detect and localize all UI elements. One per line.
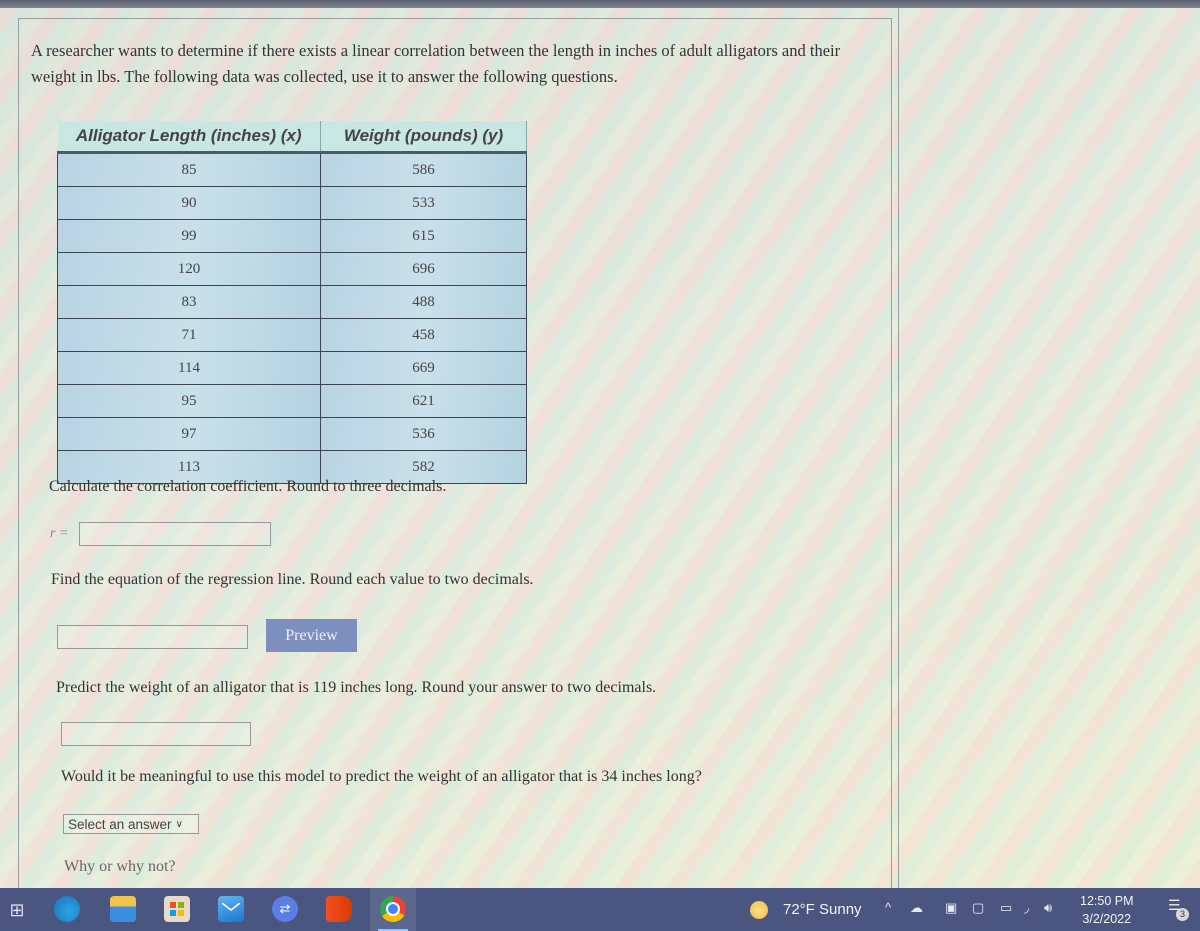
header-length: Alligator Length (inches) (x) [57,121,321,154]
table-row: 97 536 [57,417,527,451]
screen-icon[interactable]: ▢ [972,900,984,916]
tray-chevron-icon[interactable]: ^ [885,900,891,915]
remote-desktop-icon[interactable]: ⇄ [272,896,298,922]
cell-length: 114 [57,351,321,385]
cell-length: 95 [57,384,321,418]
store-icon[interactable] [164,896,190,922]
clock-time: 12:50 PM [1080,894,1134,908]
table-row: 71 458 [57,318,527,352]
table-row: 90 533 [57,186,527,220]
battery-icon[interactable]: ▭ [1000,900,1012,916]
taskbar: ⊞ ⇄ 72°F Sunny ^ ☁ ▣ ▢ ▭ ◞ 🔊︎ 12:50 PM 3… [0,888,1200,931]
cell-length: 97 [57,417,321,451]
question-why: Why or why not? [64,858,176,875]
task-view-icon[interactable]: ⊞ [4,897,30,923]
select-value: Select an answer [68,816,172,832]
header-weight: Weight (pounds) (y) [320,121,527,154]
clock-date: 3/2/2022 [1082,912,1132,926]
office-icon[interactable] [326,896,352,922]
cell-length: 71 [57,318,321,352]
cell-weight: 615 [320,219,527,253]
cell-weight: 586 [320,152,527,187]
table-row: 120 696 [57,252,527,286]
question-prediction: Predict the weight of an alligator that … [56,679,657,696]
chrome-icon[interactable] [380,896,406,922]
cell-weight: 669 [320,351,527,385]
table-row: 114 669 [57,351,527,385]
cell-weight: 621 [320,384,527,418]
r-label: r = [50,526,69,541]
cell-weight: 696 [320,252,527,286]
cell-weight: 533 [320,186,527,220]
edge-icon[interactable] [54,896,80,922]
cell-weight: 488 [320,285,527,319]
question-correlation: Calculate the correlation coefficient. R… [49,478,447,495]
cell-length: 83 [57,285,321,319]
table-row: 83 488 [57,285,527,319]
mail-icon[interactable] [218,896,244,922]
cell-length: 85 [57,152,321,187]
table-row: 85 586 [57,152,527,187]
correlation-input[interactable] [79,522,271,546]
file-explorer-icon[interactable] [110,896,136,922]
cell-weight: 536 [320,417,527,451]
prediction-input[interactable] [61,722,251,746]
notification-badge: 3 [1176,908,1189,921]
volume-icon[interactable]: 🔊︎ [1044,900,1052,916]
answer-select[interactable]: Select an answer ∨ [63,814,199,834]
question-meaningful: Would it be meaningful to use this model… [61,768,702,785]
weather-sun-icon[interactable] [750,901,768,919]
data-table: Alligator Length (inches) (x) Weight (po… [57,121,527,484]
table-row: 95 621 [57,384,527,418]
preview-button[interactable]: Preview [266,619,357,652]
table-row: 99 615 [57,219,527,253]
wifi-icon[interactable]: ◞ [1024,900,1029,916]
cell-length: 99 [57,219,321,253]
cell-length: 120 [57,252,321,286]
weather-text[interactable]: 72°F Sunny [783,901,862,918]
problem-intro: A researcher wants to determine if there… [31,41,841,86]
cell-weight: 458 [320,318,527,352]
question-regression: Find the equation of the regression line… [51,571,534,588]
meet-now-icon[interactable]: ▣ [945,900,957,916]
cell-length: 90 [57,186,321,220]
browser-viewport: A researcher wants to determine if there… [0,8,1200,899]
regression-input[interactable] [57,625,248,649]
onedrive-error-icon[interactable]: ☁ [910,900,923,916]
frame-divider [898,8,899,888]
chevron-down-icon: ∨ [175,818,183,830]
clock[interactable]: 12:50 PM 3/2/2022 [1080,892,1134,928]
table-header-row: Alligator Length (inches) (x) Weight (po… [57,121,527,154]
